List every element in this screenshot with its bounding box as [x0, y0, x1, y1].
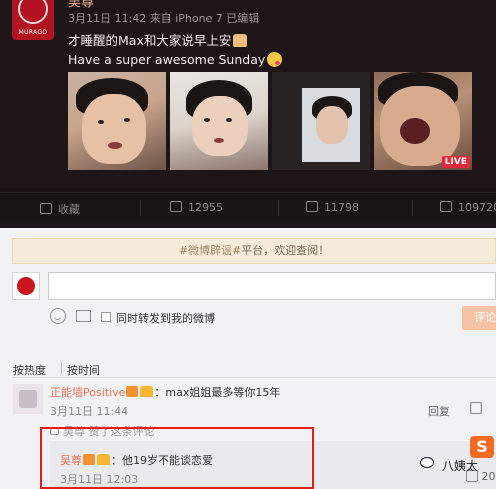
star-icon	[40, 203, 52, 214]
weibo-post: MURAGO 吴尊 3月11日 11:42 来自 iPhone 7 已编辑 才睡…	[0, 0, 496, 188]
post-meta: 3月11日 11:42 来自 iPhone 7 已编辑	[68, 12, 260, 25]
notice-hashtag[interactable]: #微博辟谣#	[179, 244, 241, 257]
sohu-logo-icon: S	[470, 436, 494, 458]
like-count: 109720	[458, 201, 496, 214]
wechat-watermark-icon	[420, 457, 434, 468]
post-photo-1[interactable]	[68, 72, 166, 170]
post-line-2-text: Have a super awesome Sunday	[68, 52, 266, 67]
submit-comment-button[interactable]: 评论	[462, 306, 496, 330]
highlight-annotation-box	[40, 427, 314, 489]
comment-like-icon[interactable]	[470, 402, 482, 414]
action-divider	[140, 200, 141, 216]
repost-checkbox[interactable]	[101, 312, 111, 322]
repost-count: 12955	[188, 201, 223, 214]
notice-text: 平台，欢迎查阅！	[241, 244, 330, 257]
emoji-picker-icon[interactable]	[50, 308, 66, 324]
thumbs-up-icon	[440, 201, 452, 212]
action-divider	[412, 200, 413, 216]
kiss-emoji-icon	[267, 52, 283, 67]
thumbs-up-emoji-icon	[233, 34, 248, 47]
post-author-name[interactable]: 吴尊	[68, 0, 94, 10]
repost-icon	[170, 201, 182, 212]
verified-badge-icon	[126, 386, 139, 397]
sort-by-hot-tab[interactable]: 按热度	[13, 362, 46, 378]
favorite-button[interactable]: 收藏	[40, 201, 80, 217]
post-photo-2[interactable]	[170, 72, 268, 170]
post-action-bar: 收藏 12955 11798 109720	[0, 192, 496, 222]
post-text-line-1: 才睡醒的Max和大家说早上安	[68, 30, 248, 49]
repost-button[interactable]: 12955	[170, 201, 223, 214]
avatar-ring	[18, 0, 48, 24]
reply-like-count: 208	[481, 470, 496, 483]
post-line-1-text: 才睡醒的Max和大家说早上安	[68, 33, 232, 48]
author-avatar[interactable]: MURAGO	[12, 0, 54, 40]
action-divider	[278, 200, 279, 216]
watermark-text: 八姨太	[442, 459, 479, 473]
image-upload-icon[interactable]	[76, 310, 91, 322]
comment-time: 3月11日 11:44	[50, 405, 129, 418]
video-screen	[302, 88, 360, 162]
list-divider	[12, 377, 496, 378]
favorite-label: 收藏	[58, 203, 80, 216]
commenter-avatar[interactable]	[13, 384, 43, 414]
comment-count: 11798	[324, 201, 359, 214]
post-photo-4[interactable]: LIVE	[374, 72, 472, 170]
comment-button[interactable]: 11798	[306, 201, 359, 214]
post-text-line-2: Have a super awesome Sunday	[68, 52, 283, 67]
comment-text: ：max姐姐最多等你15年	[154, 386, 281, 399]
sort-divider	[61, 362, 62, 374]
avatar-tag: MURAGO	[18, 29, 48, 36]
live-badge: LIVE	[441, 156, 470, 168]
like-button[interactable]: 109720	[440, 201, 496, 214]
repost-checkbox-label[interactable]: 同时转发到我的微博	[116, 310, 215, 326]
my-avatar	[12, 272, 40, 300]
rumor-notice-banner[interactable]: #微博辟谣#平台，欢迎查阅！	[12, 238, 496, 264]
comment-reply-button[interactable]: 回复	[428, 403, 450, 419]
comment-line: 正能墙Positive ：max姐姐最多等你15年	[50, 384, 280, 400]
commenter-name[interactable]: 正能墙Positive	[50, 386, 125, 399]
comment-input[interactable]	[48, 272, 496, 300]
post-photo-3[interactable]	[272, 72, 370, 170]
vip-crown-icon	[140, 386, 154, 397]
sort-by-time-tab[interactable]: 按时间	[67, 362, 100, 378]
comment-icon	[306, 201, 318, 212]
